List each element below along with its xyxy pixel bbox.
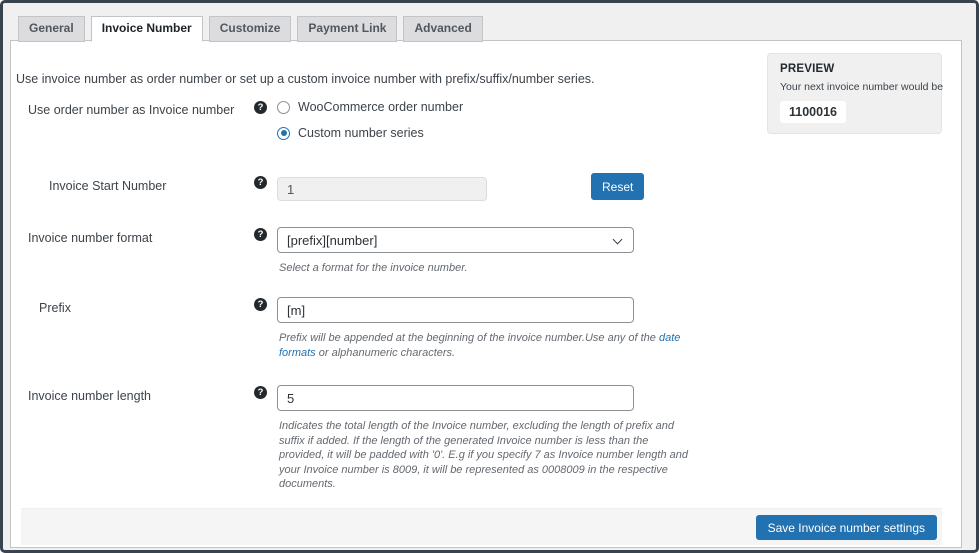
order-number-options: WooCommerce order number Custom number s… <box>277 100 463 152</box>
radio-label: Custom number series <box>298 126 424 140</box>
length-hint: Indicates the total length of the Invoic… <box>279 419 688 492</box>
preview-box: PREVIEW Your next invoice number would b… <box>767 53 942 134</box>
next-invoice-number: 1100016 <box>780 101 846 123</box>
help-icon[interactable]: ? <box>254 386 267 399</box>
tab-advanced[interactable]: Advanced <box>403 16 482 42</box>
preview-text: Your next invoice number would be <box>780 81 929 94</box>
invoice-number-length-input[interactable] <box>277 385 634 411</box>
prefix-hint-text: or alphanumeric characters. <box>316 347 455 359</box>
invoice-number-format-label: Invoice number format <box>28 231 152 246</box>
tab-customize[interactable]: Customize <box>209 16 292 42</box>
settings-footer: Save Invoice number settings <box>21 508 942 545</box>
chevron-down-icon <box>613 235 623 245</box>
invoice-start-number-label: Invoice Start Number <box>49 179 166 194</box>
format-hint: Select a format for the invoice number. <box>279 261 468 276</box>
use-order-number-label: Use order number as Invoice number <box>28 103 234 118</box>
page-description: Use invoice number as order number or se… <box>16 72 595 87</box>
radio-custom-number-series[interactable] <box>277 127 290 140</box>
settings-tab-bar: General Invoice Number Customize Payment… <box>18 16 483 42</box>
radio-label: WooCommerce order number <box>298 100 463 114</box>
radio-woocommerce-order-number[interactable] <box>277 101 290 114</box>
prefix-hint-text: Prefix will be appended at the beginning… <box>279 332 659 344</box>
help-icon[interactable]: ? <box>254 101 267 114</box>
help-icon[interactable]: ? <box>254 228 267 241</box>
save-invoice-number-settings-button[interactable]: Save Invoice number settings <box>756 515 937 540</box>
tab-invoice-number[interactable]: Invoice Number <box>91 16 203 42</box>
help-icon[interactable]: ? <box>254 298 267 311</box>
settings-panel: Use invoice number as order number or se… <box>10 40 962 548</box>
selected-format: [prefix][number] <box>287 233 377 248</box>
invoice-settings-page: General Invoice Number Customize Payment… <box>0 0 979 553</box>
reset-button[interactable]: Reset <box>591 173 644 200</box>
radio-option-custom-number-series[interactable]: Custom number series <box>277 126 463 140</box>
prefix-hint: Prefix will be appended at the beginning… <box>279 331 680 360</box>
invoice-number-format-select[interactable]: [prefix][number] <box>277 227 634 253</box>
invoice-start-number-input[interactable] <box>277 177 487 201</box>
preview-title: PREVIEW <box>780 62 929 76</box>
tab-payment-link[interactable]: Payment Link <box>297 16 397 42</box>
prefix-input[interactable] <box>277 297 634 323</box>
help-icon[interactable]: ? <box>254 176 267 189</box>
tab-general[interactable]: General <box>18 16 85 42</box>
radio-option-woocommerce-order-number[interactable]: WooCommerce order number <box>277 100 463 114</box>
prefix-label: Prefix <box>39 301 71 316</box>
invoice-number-length-label: Invoice number length <box>28 389 151 404</box>
